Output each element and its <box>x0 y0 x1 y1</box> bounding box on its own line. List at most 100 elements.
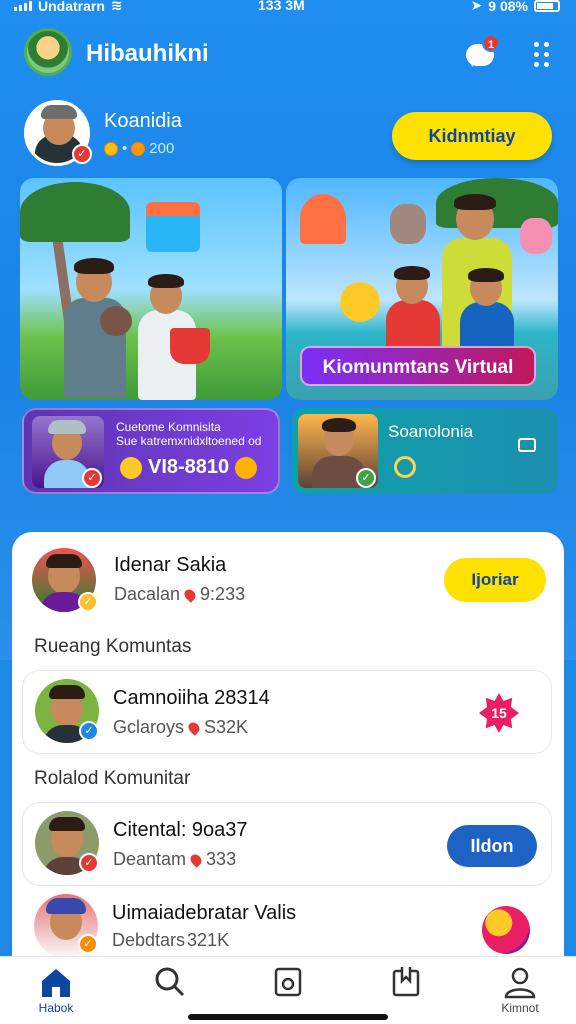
illustration-mascot-sun <box>340 282 380 322</box>
coin-icon <box>104 141 118 156</box>
gem-icon <box>131 141 146 156</box>
app-header: Hibauhikni 1 <box>0 28 576 84</box>
community-sub-value: S32K <box>204 717 249 737</box>
related-sub-label-2: Debdtars <box>112 930 186 950</box>
avatar-hat <box>41 105 77 119</box>
illustration-boy <box>382 266 442 360</box>
nav-bookmarks[interactable] <box>366 965 446 1021</box>
related-row-2[interactable]: ✓ Uimaiadebratar Valis Debdtars 321K <box>22 892 552 962</box>
verified-badge-icon: ✓ <box>78 592 98 612</box>
palm-leaves <box>20 182 130 242</box>
community-sub-label: Gclaroys <box>113 717 185 737</box>
search-icon <box>155 967 185 997</box>
related-join-button[interactable]: Ildon <box>447 825 537 867</box>
nav-device[interactable] <box>248 965 328 1021</box>
profile-name: Koanidia <box>104 110 182 132</box>
illustration-pet <box>100 306 132 336</box>
illustration-house <box>146 202 200 252</box>
home-icon <box>42 969 70 997</box>
illustration-balloon <box>300 194 346 244</box>
bookmark-icon <box>392 967 420 997</box>
carrier-label: Undatrarn <box>38 0 105 14</box>
wifi-icon: ≋ <box>110 0 123 13</box>
verified-badge-icon: ✓ <box>72 144 92 164</box>
related-sub-2: Debdtars 321K <box>112 930 229 951</box>
dot-icon <box>544 42 549 47</box>
dot-icon <box>544 52 549 57</box>
app-logo[interactable] <box>24 28 72 76</box>
related-sub-value: 333 <box>206 849 237 869</box>
custom-community-title: Cuetome Komnisita <box>116 420 221 434</box>
nav-home[interactable]: Habok <box>16 965 96 1021</box>
related-row[interactable]: ✓ Citental: 9oa37 Deantam 333 Ildon <box>22 802 552 886</box>
location-icon: ➤ <box>470 0 483 13</box>
sticker-icon[interactable] <box>482 906 530 954</box>
notification-badge: 1 <box>482 34 500 52</box>
dot-icon <box>534 52 539 57</box>
promo-card-social[interactable]: ✓ Soanolonia <box>292 408 558 494</box>
content-sheet: ✓ Idenar Sakia Dacalan 9:233 Ijoriar Rue… <box>12 532 564 1024</box>
verified-badge-icon: ✓ <box>82 468 102 488</box>
status-left: Undatrarn ≋ <box>14 0 123 14</box>
related-name-2: Uimaiadebratar Valis <box>112 902 297 924</box>
section-title-community: Rueang Komuntas <box>34 636 192 657</box>
dot-icon <box>544 62 549 67</box>
location-pin-icon <box>188 851 204 868</box>
dot-icon <box>534 62 539 67</box>
community-sub: Gclaroys S32K <box>113 717 248 738</box>
related-sub-label: Deantam <box>113 849 187 869</box>
related-sub: Deantam 333 <box>113 849 236 870</box>
verified-badge-icon: ✓ <box>79 853 99 873</box>
more-options-button[interactable] <box>534 42 550 68</box>
custom-community-value-row: VI8-8810 <box>120 456 258 479</box>
messages-button[interactable]: 1 <box>466 34 500 70</box>
illustration-mascot-bear <box>520 218 552 254</box>
featured-sub-value: 9:233 <box>200 584 246 604</box>
starburst-badge-icon: 15 <box>479 693 519 733</box>
profile-stats-value: 200 <box>149 140 175 157</box>
promo-card-virtual-community[interactable]: Kiomunmtans Virtual <box>286 178 558 400</box>
related-name: Citental: 9oa37 <box>113 819 248 841</box>
verified-badge-icon: ✓ <box>356 468 376 488</box>
featured-name: Idenar Sakia <box>114 554 227 576</box>
battery-icon <box>534 0 560 12</box>
nav-home-label: Habok <box>38 1001 74 1015</box>
app-title: Hibauhikni <box>86 40 209 67</box>
device-icon <box>274 967 302 997</box>
dot-icon <box>534 42 539 47</box>
location-pin-icon <box>186 719 202 736</box>
home-indicator <box>188 1014 388 1020</box>
illustration-mascot-dog <box>390 204 426 244</box>
verified-badge-icon: ✓ <box>79 721 99 741</box>
custom-community-subtitle: Sue katremxnidxltoened od <box>116 434 262 448</box>
profile-icon <box>504 967 536 999</box>
related-sub-value-2: 321K <box>187 930 230 950</box>
custom-community-value: VI8-8810 <box>148 456 230 478</box>
nav-profile-label: Kimnot <box>501 1001 539 1015</box>
illustration-boy-2 <box>456 268 516 362</box>
status-time: 133 3M <box>258 0 305 13</box>
verified-badge-icon: ✓ <box>78 934 98 954</box>
promo-card-custom-community[interactable]: ✓ Cuetome Komnisita Sue katremxnidxltoen… <box>22 408 280 494</box>
video-icon[interactable] <box>518 438 536 452</box>
status-right: ➤ 9 08% <box>471 0 560 14</box>
community-row[interactable]: ✓ Camnoiiha 28314 Gclaroys S32K 15 <box>22 670 552 754</box>
signal-icon <box>14 0 32 11</box>
profile-cta-button[interactable]: Kidnmtiay <box>392 112 552 160</box>
social-title: Soanolonia <box>388 422 474 441</box>
profile-row: ✓ Koanidia • 200 Kidnmtiay <box>24 100 554 166</box>
nav-search[interactable] <box>130 965 210 1021</box>
status-bar: Undatrarn ≋ 133 3M ➤ 9 08% <box>0 0 576 16</box>
section-title-related: Rolalod Komunitar <box>34 768 191 789</box>
profile-stats: • 200 <box>104 140 174 157</box>
featured-join-button[interactable]: Ijoriar <box>444 558 546 602</box>
featured-user-row[interactable]: ✓ Idenar Sakia Dacalan 9:233 Ijoriar <box>32 546 552 616</box>
promo-card-family[interactable] <box>20 178 282 400</box>
illustration-basket <box>170 328 210 364</box>
virtual-community-label: Kiomunmtans Virtual <box>300 346 536 386</box>
battery-label: 9 08% <box>488 0 528 14</box>
nav-profile[interactable]: Kimnot <box>480 965 560 1021</box>
location-pin-icon <box>182 586 198 603</box>
featured-sub-label: Dacalan <box>114 584 181 604</box>
dot-separator: • <box>122 140 128 157</box>
